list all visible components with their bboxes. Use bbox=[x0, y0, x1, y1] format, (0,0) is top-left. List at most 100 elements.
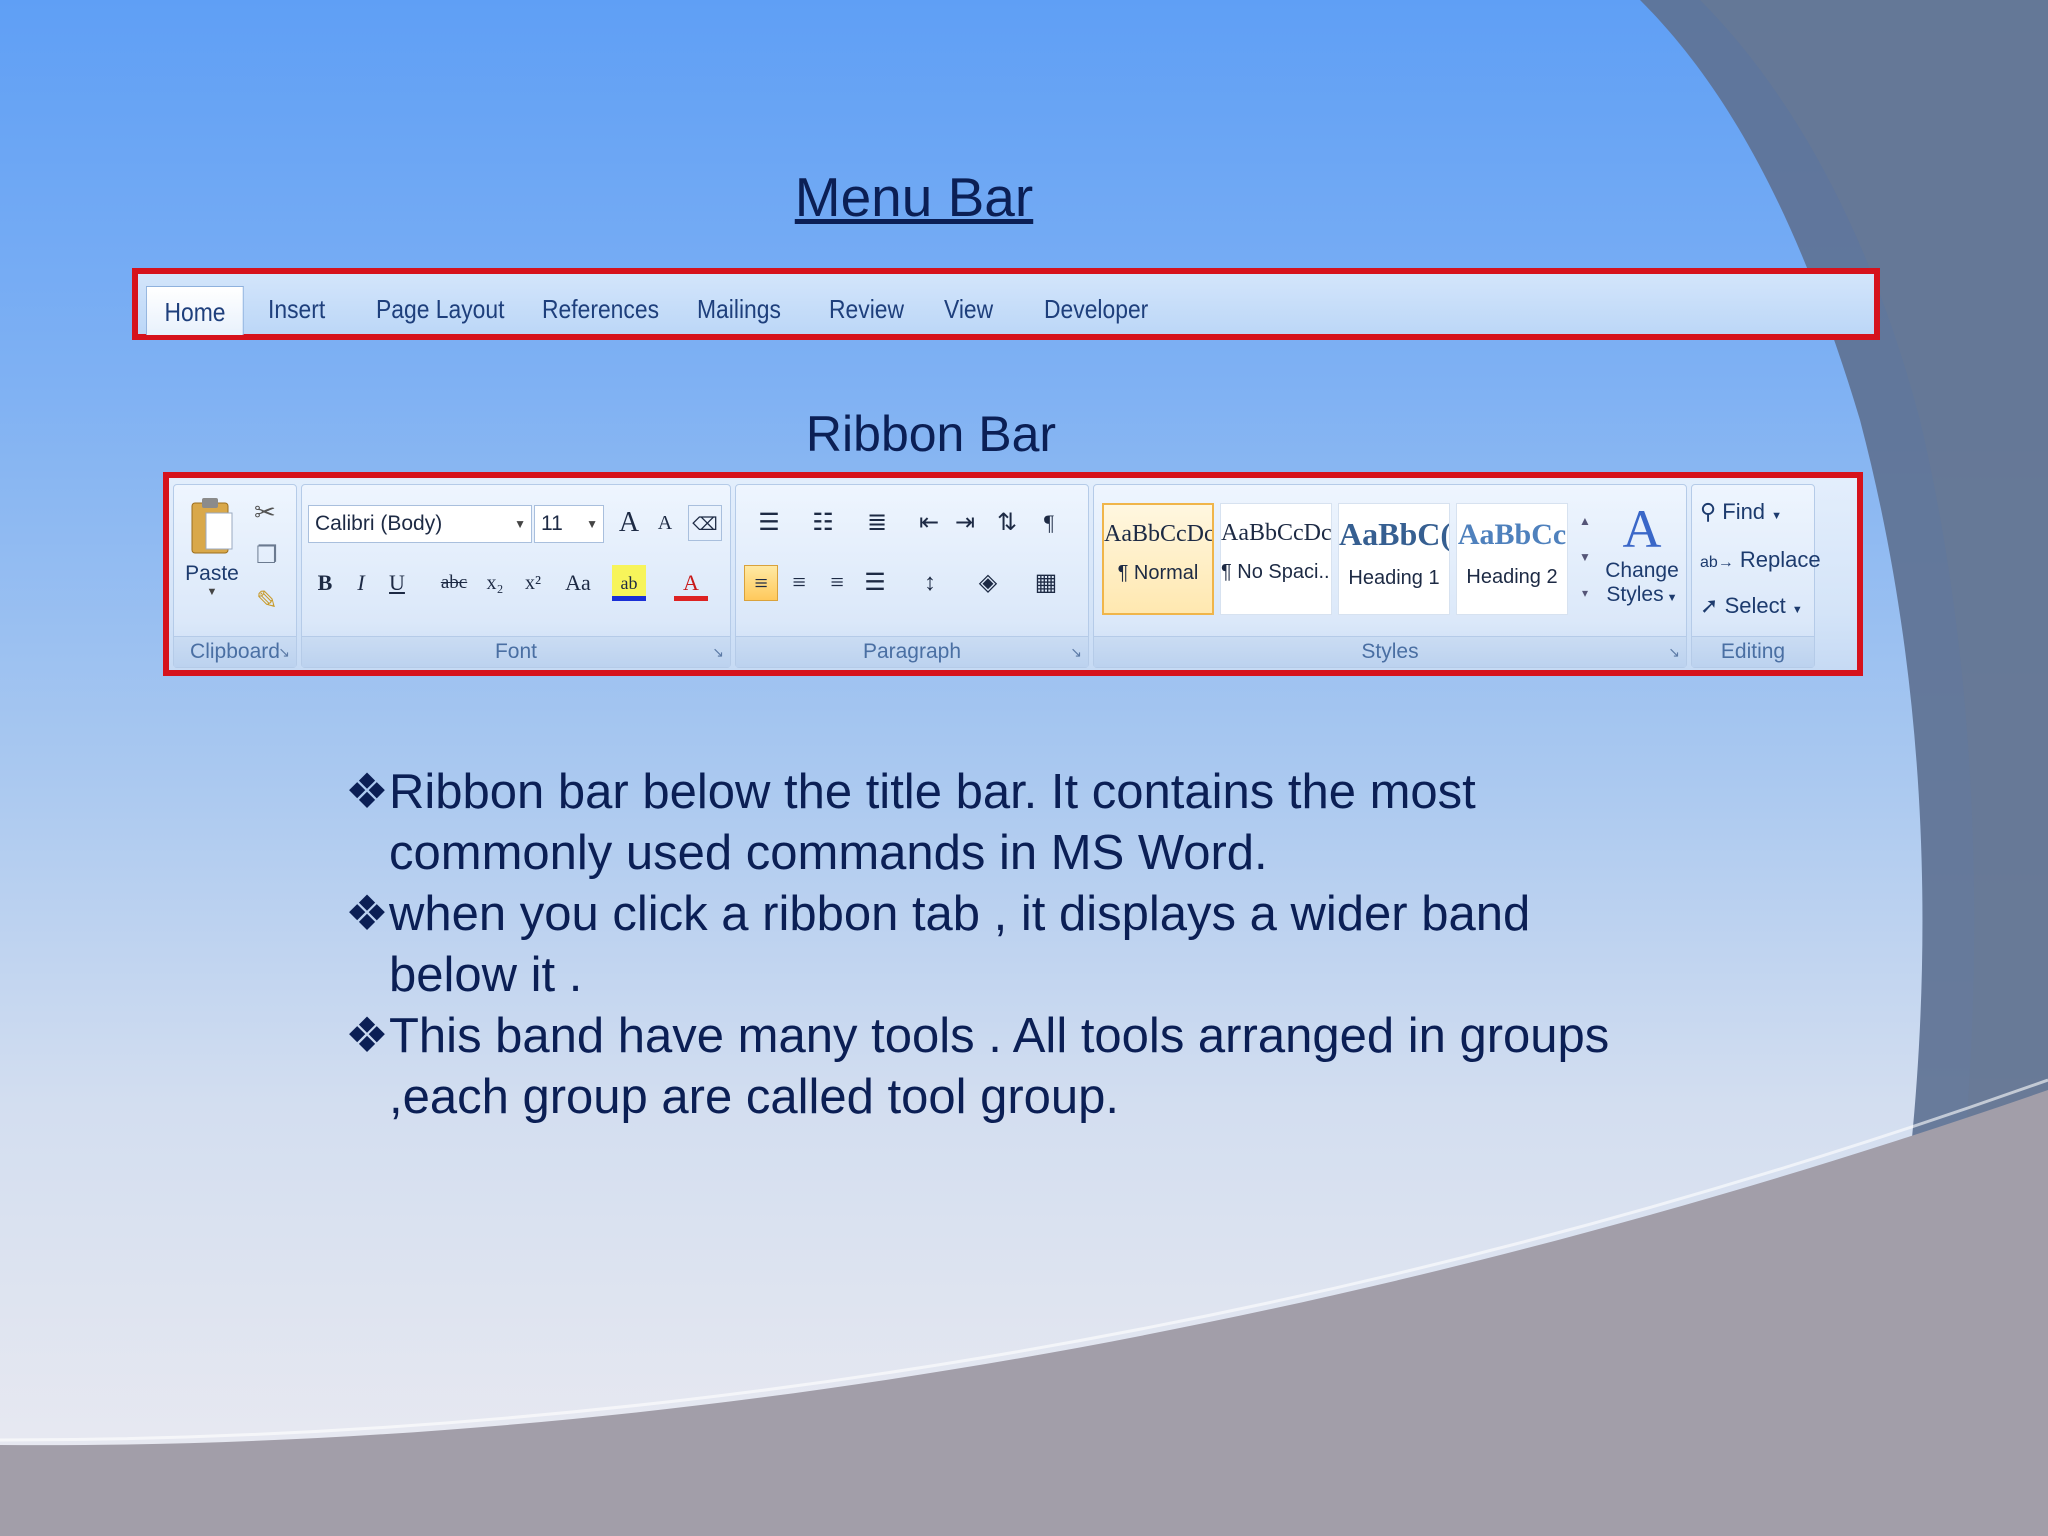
change-styles-label-1: Change bbox=[1605, 559, 1679, 582]
change-case-button[interactable]: Aa bbox=[556, 565, 600, 601]
bullet-item: ❖Ribbon bar below the title bar. It cont… bbox=[345, 762, 1625, 884]
justify-icon[interactable]: ☰ bbox=[858, 565, 892, 601]
font-size-dropdown[interactable]: 11 ▼ bbox=[534, 505, 604, 543]
cursor-icon: ➚ bbox=[1700, 593, 1719, 618]
bullets-icon[interactable]: ☰ bbox=[744, 505, 794, 541]
numbering-icon[interactable]: ☷ bbox=[798, 505, 848, 541]
underline-button[interactable]: U bbox=[380, 565, 414, 601]
paste-label: Paste bbox=[185, 562, 239, 585]
copy-icon[interactable]: ❐ bbox=[256, 541, 278, 570]
shading-icon[interactable]: ◈ bbox=[964, 565, 1012, 601]
style-no-spacing[interactable]: AaBbCcDc ¶ No Spaci... bbox=[1220, 503, 1332, 615]
diamond-bullet-icon: ❖ bbox=[345, 1009, 389, 1063]
style-name: ¶ Normal bbox=[1117, 562, 1199, 584]
menu-bar: Home Insert Page Layout References Maili… bbox=[132, 268, 1880, 340]
tab-developer[interactable]: Developer bbox=[1044, 284, 1148, 334]
style-normal[interactable]: AaBbCcDc ¶ Normal bbox=[1102, 503, 1214, 615]
increase-indent-icon[interactable]: ⇥ bbox=[948, 505, 982, 541]
bullet-text: when you click a ribbon tab , it display… bbox=[389, 887, 1531, 1002]
subscript-button[interactable]: x₂ bbox=[478, 565, 512, 601]
tab-references[interactable]: References bbox=[542, 284, 659, 334]
tab-home[interactable]: Home bbox=[146, 286, 244, 335]
clear-formatting-icon[interactable]: ⌫ bbox=[688, 505, 722, 541]
bold-button[interactable]: B bbox=[308, 565, 342, 601]
styles-scroll[interactable]: ▲ ▼ ▾ bbox=[1574, 503, 1596, 615]
editing-group: ⚲ Find ▼ ab→ Replace ➚ Select ▼ Editing bbox=[1691, 484, 1821, 668]
style-sample: AaBbC( bbox=[1339, 516, 1449, 552]
change-styles-label-2: Styles bbox=[1606, 583, 1664, 606]
style-heading-1[interactable]: AaBbC( Heading 1 bbox=[1338, 503, 1450, 615]
chevron-down-icon: ▼ bbox=[1791, 604, 1803, 616]
text-highlight-button[interactable]: ab bbox=[612, 565, 646, 601]
shrink-font-button[interactable]: A bbox=[648, 505, 682, 541]
italic-button[interactable]: I bbox=[344, 565, 378, 601]
find-label: Find bbox=[1722, 499, 1766, 524]
font-name-value: Calibri (Body) bbox=[315, 512, 443, 535]
dialog-launcher-icon[interactable]: ↘ bbox=[1070, 644, 1082, 661]
show-formatting-button[interactable]: ¶ bbox=[1032, 505, 1066, 541]
paragraph-group: ☰ ☷ ≣ ⇤ ⇥ ⇅ ¶ ≡ ≡ ≡ ☰ ↕ ◈ ▦ Paragraph ↘ bbox=[735, 484, 1089, 668]
sort-icon[interactable]: ⇅ bbox=[990, 505, 1024, 541]
style-heading-2[interactable]: AaBbCc Heading 2 bbox=[1456, 503, 1568, 615]
font-group: Calibri (Body) ▼ 11 ▼ A A ⌫ B I U abc x₂… bbox=[301, 484, 731, 668]
strikethrough-button[interactable]: abc bbox=[434, 565, 474, 601]
borders-icon[interactable]: ▦ bbox=[1022, 565, 1070, 601]
multilevel-list-icon[interactable]: ≣ bbox=[852, 505, 902, 541]
align-left-icon[interactable]: ≡ bbox=[744, 565, 778, 601]
cut-icon[interactable]: ✂ bbox=[254, 497, 276, 528]
diamond-bullet-icon: ❖ bbox=[345, 765, 389, 819]
tab-view[interactable]: View bbox=[944, 284, 993, 334]
style-sample: AaBbCc bbox=[1457, 518, 1567, 551]
tab-review[interactable]: Review bbox=[829, 284, 904, 334]
chevron-down-icon: ▼ bbox=[1771, 510, 1783, 522]
style-name: Heading 1 bbox=[1348, 567, 1440, 589]
font-name-dropdown[interactable]: Calibri (Body) ▼ bbox=[308, 505, 532, 543]
line-spacing-icon[interactable]: ↕ bbox=[906, 565, 954, 601]
grow-font-button[interactable]: A bbox=[612, 505, 646, 541]
ribbon-bar-heading: Ribbon Bar bbox=[805, 406, 1057, 462]
tab-mailings[interactable]: Mailings bbox=[697, 284, 781, 334]
decrease-indent-icon[interactable]: ⇤ bbox=[912, 505, 946, 541]
find-button[interactable]: ⚲ Find ▼ bbox=[1700, 499, 1782, 525]
font-color-button[interactable]: A bbox=[674, 565, 708, 601]
change-styles-label-2-wrap: Styles ▼ bbox=[1602, 583, 1682, 607]
superscript-button[interactable]: x² bbox=[516, 565, 550, 601]
dialog-launcher-icon[interactable]: ↘ bbox=[278, 644, 290, 661]
style-name: Heading 2 bbox=[1466, 566, 1558, 588]
clipboard-icon bbox=[191, 498, 233, 554]
format-painter-icon[interactable]: ✎ bbox=[256, 585, 278, 616]
binoculars-icon: ⚲ bbox=[1700, 499, 1717, 524]
clipboard-group: Paste ▼ ✂ ❐ ✎ Clipboard ↘ bbox=[173, 484, 297, 668]
font-group-label: Font bbox=[302, 636, 730, 667]
paragraph-group-label: Paragraph bbox=[736, 636, 1088, 667]
change-styles-icon: A bbox=[1622, 499, 1662, 559]
style-name: ¶ No Spaci... bbox=[1221, 561, 1331, 583]
dialog-launcher-icon[interactable]: ↘ bbox=[712, 644, 724, 661]
style-sample: AaBbCcDc bbox=[1221, 520, 1331, 546]
chevron-down-icon: ▼ bbox=[1663, 592, 1678, 604]
chevron-down-icon: ▼ bbox=[586, 517, 598, 531]
bullet-item: ❖ This band have many tools . All tools … bbox=[345, 1006, 1625, 1128]
style-sample: AaBbCcDc bbox=[1104, 521, 1212, 547]
align-center-icon[interactable]: ≡ bbox=[782, 565, 816, 601]
diamond-bullet-icon: ❖ bbox=[345, 887, 389, 941]
bullet-text: This band have many tools . All tools ar… bbox=[389, 1009, 1610, 1124]
tab-insert[interactable]: Insert bbox=[268, 284, 325, 334]
align-right-icon[interactable]: ≡ bbox=[820, 565, 854, 601]
ribbon-bar: Paste ▼ ✂ ❐ ✎ Clipboard ↘ Calibri (Body)… bbox=[163, 472, 1863, 676]
styles-group-label: Styles bbox=[1094, 636, 1686, 667]
font-size-value: 11 bbox=[541, 512, 563, 535]
bullet-list: ❖Ribbon bar below the title bar. It cont… bbox=[345, 762, 1625, 1128]
select-label: Select bbox=[1724, 593, 1786, 618]
change-styles-button[interactable]: A Change Styles ▼ bbox=[1602, 499, 1682, 639]
replace-icon: ab→ bbox=[1700, 554, 1734, 571]
dialog-launcher-icon[interactable]: ↘ bbox=[1668, 644, 1680, 661]
replace-label: Replace bbox=[1739, 547, 1821, 572]
paste-button[interactable]: Paste ▼ bbox=[182, 495, 242, 625]
replace-button[interactable]: ab→ Replace bbox=[1700, 547, 1821, 573]
chevron-down-icon: ▼ bbox=[206, 586, 218, 598]
styles-group: AaBbCcDc ¶ Normal AaBbCcDc ¶ No Spaci...… bbox=[1093, 484, 1687, 668]
tab-page-layout[interactable]: Page Layout bbox=[376, 284, 504, 334]
menu-bar-heading: Menu Bar bbox=[794, 166, 1034, 228]
select-button[interactable]: ➚ Select ▼ bbox=[1700, 593, 1803, 619]
